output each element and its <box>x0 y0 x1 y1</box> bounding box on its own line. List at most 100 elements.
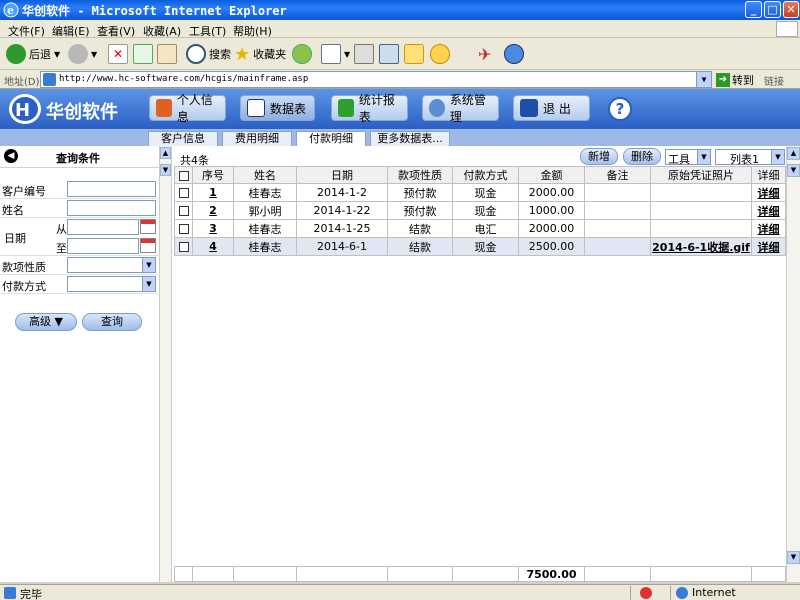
maximize-button[interactable]: □ <box>764 1 781 18</box>
close-button[interactable]: ✕ <box>783 1 799 18</box>
menu-edit[interactable]: 编辑(E) <box>52 23 90 39</box>
query-button[interactable]: 查询 <box>82 313 142 331</box>
print-button[interactable] <box>354 43 374 65</box>
row-no-link[interactable]: 1 <box>192 183 234 202</box>
tab-more-tables[interactable]: 更多数据表... <box>370 131 450 146</box>
scroll-up-icon[interactable]: ▲ <box>160 147 171 159</box>
row-date: 2014-6-1 <box>296 237 388 256</box>
menu-favorites[interactable]: 收藏(A) <box>143 23 181 39</box>
arrow-icon: ✈ <box>478 44 492 64</box>
col-no[interactable]: 序号 <box>192 166 234 184</box>
row-detail-link[interactable]: 详细 <box>751 201 786 220</box>
col-photo[interactable]: 原始凭证照片 <box>650 166 752 184</box>
nav-label: 退 出 <box>543 101 571 116</box>
research-button[interactable] <box>430 43 450 65</box>
list-select[interactable]: 列表1 ▼ <box>715 149 785 166</box>
scroll-down-icon[interactable]: ▼ <box>787 551 800 564</box>
favorites-button[interactable]: ★ 收藏夹 <box>234 43 286 65</box>
home-button[interactable] <box>157 43 177 65</box>
edit-button[interactable] <box>379 43 399 65</box>
customer-no-input[interactable] <box>67 181 156 197</box>
back-button[interactable]: 后退 ▼ <box>6 43 60 65</box>
row-no-link[interactable]: 4 <box>192 237 234 256</box>
refresh-button[interactable] <box>133 43 153 65</box>
foot-cell <box>296 566 388 582</box>
address-input[interactable]: http://www.hc-software.com/hcgis/mainfra… <box>40 71 712 88</box>
stop-button[interactable]: ✕ <box>108 43 128 65</box>
new-button[interactable]: 新增 <box>580 148 618 165</box>
collapse-arrow-icon[interactable]: ◀ <box>4 149 18 163</box>
history-button[interactable] <box>292 43 312 65</box>
contacts-button[interactable] <box>504 43 524 65</box>
menu-help[interactable]: 帮助(H) <box>233 23 272 39</box>
row-method: 现金 <box>452 183 519 202</box>
refresh-icon <box>133 44 153 64</box>
nav-system-admin[interactable]: 系统管理 <box>422 93 499 124</box>
row-detail-link[interactable]: 详细 <box>751 237 786 256</box>
discuss-button[interactable] <box>404 43 424 65</box>
tools-value: 工具 <box>668 153 690 166</box>
col-amount[interactable]: 金额 <box>518 166 585 184</box>
col-detail[interactable]: 详细 <box>751 166 786 184</box>
row-no-link[interactable]: 3 <box>192 219 234 238</box>
select-all-checkbox[interactable] <box>174 166 193 184</box>
row-no-link[interactable]: 2 <box>192 201 234 220</box>
brand-name: 华创软件 <box>46 102 118 123</box>
row-detail-link[interactable]: 详细 <box>751 219 786 238</box>
search-button[interactable]: 搜索 <box>186 43 231 65</box>
menu-tools[interactable]: 工具(T) <box>189 23 226 39</box>
table-row[interactable]: 3 桂春志 2014-1-25 结款 电汇 2000.00 详细 <box>174 219 786 238</box>
tab-expense-details[interactable]: 费用明细 <box>222 131 292 146</box>
nav-logout[interactable]: 退 出 <box>513 95 590 121</box>
name-input[interactable] <box>67 200 156 216</box>
row-detail-link[interactable]: 详细 <box>751 183 786 202</box>
calendar-icon[interactable] <box>140 238 156 253</box>
row-checkbox[interactable] <box>174 183 193 202</box>
tab-customer-info[interactable]: 客户信息 <box>148 131 218 146</box>
date-from-input[interactable] <box>67 219 139 235</box>
messenger-button[interactable]: ✈ <box>478 43 491 65</box>
left-scrollbar[interactable]: ▲ ▼ <box>160 146 172 582</box>
links-button[interactable]: 链接 <box>764 73 784 88</box>
table-row[interactable]: 1 桂春志 2014-1-2 预付款 现金 2000.00 详细 <box>174 183 786 202</box>
payment-method-select[interactable]: ▼ <box>67 276 156 292</box>
payment-nature-select[interactable]: ▼ <box>67 257 156 273</box>
col-date[interactable]: 日期 <box>296 166 388 184</box>
zone-text: Internet <box>692 586 736 599</box>
table-row[interactable]: 2 郭小明 2014-1-22 预付款 现金 1000.00 详细 <box>174 201 786 220</box>
menu-view[interactable]: 查看(V) <box>97 23 135 39</box>
go-button[interactable]: ➜ 转到 <box>716 72 754 88</box>
col-nature[interactable]: 款项性质 <box>387 166 453 184</box>
forward-button[interactable]: ▼ <box>68 43 97 65</box>
nav-data-tables[interactable]: 数据表 <box>240 95 315 121</box>
row-nature: 结款 <box>387 237 453 256</box>
nav-personal-info[interactable]: 个人信息 <box>149 93 226 124</box>
right-scrollbar[interactable]: ▲ ▼ ▼ <box>786 146 800 582</box>
tools-select[interactable]: 工具 ▼ <box>665 149 711 166</box>
help-button[interactable]: ? <box>608 97 632 121</box>
tab-payment-details[interactable]: 付款明细 <box>296 131 366 147</box>
minimize-button[interactable]: _ <box>745 1 762 18</box>
row-checkbox[interactable] <box>174 219 193 238</box>
advanced-button[interactable]: 高级 ▼ <box>15 313 77 331</box>
date-row: 日期 从 至 <box>0 218 160 256</box>
col-name[interactable]: 姓名 <box>233 166 297 184</box>
scroll-down-icon[interactable]: ▼ <box>787 164 800 177</box>
row-photo-link[interactable]: 2014-6-1收据.gif <box>650 237 752 256</box>
row-checkbox[interactable] <box>174 201 193 220</box>
delete-button[interactable]: 删除 <box>623 148 661 165</box>
col-method[interactable]: 付款方式 <box>452 166 519 184</box>
back-arrow-icon <box>6 44 26 64</box>
scroll-up-icon[interactable]: ▲ <box>787 147 800 160</box>
date-to-input[interactable] <box>67 238 139 254</box>
mail-button[interactable]: ▼ <box>321 43 350 65</box>
calendar-icon[interactable] <box>140 219 156 234</box>
scroll-down-icon[interactable]: ▼ <box>160 164 171 176</box>
row-checkbox[interactable] <box>174 237 193 256</box>
svg-text:H: H <box>15 100 30 121</box>
table-row[interactable]: 4 桂春志 2014-6-1 结款 现金 2500.00 2014-6-1收据.… <box>174 237 786 256</box>
col-note[interactable]: 备注 <box>584 166 651 184</box>
address-dropdown[interactable]: ▼ <box>696 72 711 87</box>
menu-file[interactable]: 文件(F) <box>8 23 45 39</box>
nav-reports[interactable]: 统计报表 <box>331 93 408 124</box>
